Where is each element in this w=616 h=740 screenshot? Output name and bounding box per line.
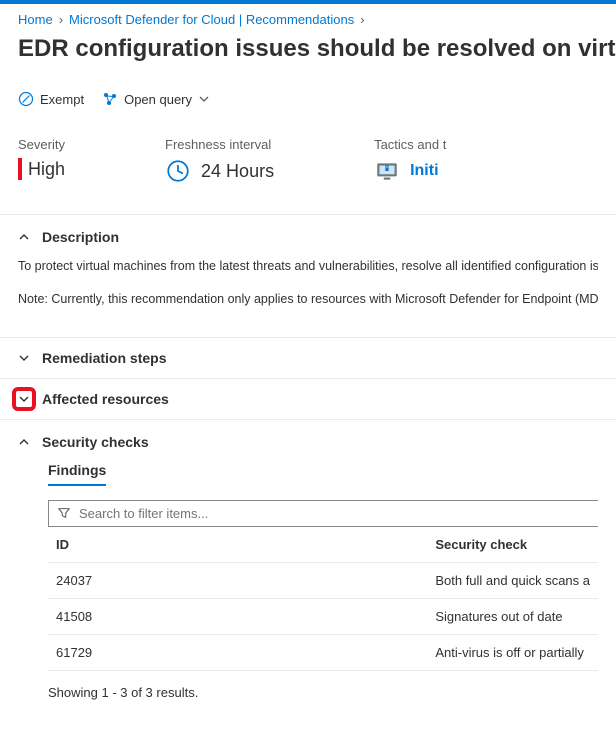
chevron-down-icon xyxy=(18,352,30,364)
cell-check: Both full and quick scans a xyxy=(427,562,598,598)
description-title: Description xyxy=(42,229,119,245)
open-query-button[interactable]: Open query xyxy=(102,91,210,107)
results-count: Showing 1 - 3 of 3 results. xyxy=(48,671,598,710)
chevron-up-icon xyxy=(18,436,30,448)
table-row[interactable]: 24037 Both full and quick scans a xyxy=(48,562,598,598)
severity-label: Severity xyxy=(18,137,65,152)
clock-icon xyxy=(165,158,191,184)
chevron-down-icon xyxy=(18,393,30,405)
search-input[interactable] xyxy=(79,506,590,521)
severity-value: High xyxy=(28,159,65,180)
toolbar: Exempt Open query xyxy=(0,73,616,127)
monitor-lock-icon xyxy=(374,158,400,184)
chevron-down-icon xyxy=(198,93,210,105)
filter-icon xyxy=(57,506,71,520)
description-body: To protect virtual machines from the lat… xyxy=(18,245,598,309)
freshness-metric: Freshness interval 24 Hours xyxy=(165,137,274,184)
severity-metric: Severity High xyxy=(18,137,65,184)
breadcrumb-home[interactable]: Home xyxy=(18,12,53,27)
table-row[interactable]: 41508 Signatures out of date xyxy=(48,598,598,634)
breadcrumb-sep: › xyxy=(59,12,63,27)
open-query-icon xyxy=(102,91,118,107)
security-checks-toggle[interactable]: Security checks xyxy=(18,434,598,450)
col-header-check[interactable]: Security check xyxy=(427,527,598,563)
exempt-label: Exempt xyxy=(40,92,84,107)
tactics-link[interactable]: Initi xyxy=(410,162,438,180)
breadcrumb: Home › Microsoft Defender for Cloud | Re… xyxy=(0,4,616,33)
freshness-label: Freshness interval xyxy=(165,137,274,152)
cell-id: 24037 xyxy=(48,562,427,598)
affected-resources-toggle[interactable]: Affected resources xyxy=(18,391,598,407)
cell-check: Anti-virus is off or partially xyxy=(427,634,598,670)
remediation-section: Remediation steps xyxy=(0,338,616,379)
security-checks-title: Security checks xyxy=(42,434,149,450)
affected-resources-title: Affected resources xyxy=(42,391,169,407)
severity-bar xyxy=(18,158,22,180)
security-checks-section: Security checks Findings ID Security che… xyxy=(0,420,616,724)
description-text-1: To protect virtual machines from the lat… xyxy=(18,257,598,276)
description-section: Description To protect virtual machines … xyxy=(0,215,616,338)
exempt-icon xyxy=(18,91,34,107)
affected-resources-section: Affected resources xyxy=(0,379,616,420)
cell-id: 61729 xyxy=(48,634,427,670)
description-text-2: Note: Currently, this recommendation onl… xyxy=(18,290,598,309)
table-row[interactable]: 61729 Anti-virus is off or partially xyxy=(48,634,598,670)
metrics-row: Severity High Freshness interval 24 Hour… xyxy=(0,127,616,214)
findings-table: ID Security check 24037 Both full and qu… xyxy=(48,527,598,671)
chevron-up-icon xyxy=(18,231,30,243)
tactics-metric: Tactics and t Initi xyxy=(374,137,446,184)
findings-search[interactable] xyxy=(48,500,598,527)
cell-id: 41508 xyxy=(48,598,427,634)
open-query-label: Open query xyxy=(124,92,192,107)
findings-heading: Findings xyxy=(48,462,598,478)
findings-block: Findings ID Security check 24037 Both fu… xyxy=(18,450,598,710)
remediation-title: Remediation steps xyxy=(42,350,166,366)
findings-underline xyxy=(48,484,106,486)
description-toggle[interactable]: Description xyxy=(18,229,598,245)
exempt-button[interactable]: Exempt xyxy=(18,91,84,107)
freshness-value: 24 Hours xyxy=(201,161,274,182)
page-title: EDR configuration issues should be resol… xyxy=(0,33,616,73)
breadcrumb-sep: › xyxy=(360,12,364,27)
breadcrumb-recommendations[interactable]: Microsoft Defender for Cloud | Recommend… xyxy=(69,12,354,27)
cell-check: Signatures out of date xyxy=(427,598,598,634)
remediation-toggle[interactable]: Remediation steps xyxy=(18,350,598,366)
tactics-label: Tactics and t xyxy=(374,137,446,152)
col-header-id[interactable]: ID xyxy=(48,527,427,563)
